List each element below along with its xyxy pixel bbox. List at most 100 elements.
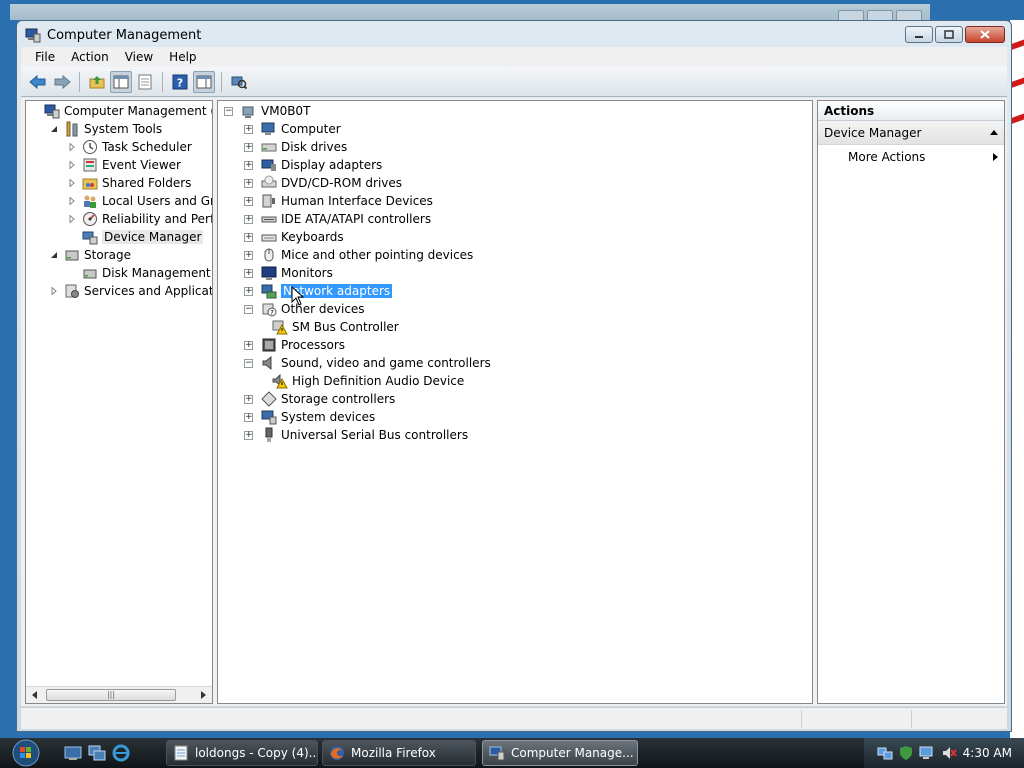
expand-plus-icon[interactable]: + [244,214,253,224]
device-category-item[interactable]: + Computer [244,120,341,138]
title-bar[interactable]: Computer Management [17,21,1011,49]
task-firefox[interactable]: Mozilla Firefox [322,740,476,766]
expand-plus-icon[interactable]: + [244,286,253,296]
collapsed-arrow-icon[interactable] [68,197,76,205]
device-item[interactable]: High Definition Audio Device [264,372,464,390]
console-tree-item[interactable]: Services and Applications [50,282,212,300]
console-tree-item[interactable]: Reliability and Performa [68,210,212,228]
device-category-item[interactable]: + Universal Serial Bus controllers [244,426,468,444]
collapsed-arrow-icon[interactable] [50,287,58,295]
processor-icon [262,338,276,352]
notepad-icon [174,745,188,761]
task-scheduler-icon [83,140,97,154]
console-tree-item[interactable]: Computer Management (Local [30,102,212,120]
console-tree-label: Shared Folders [102,176,192,190]
show-hide-console-tree-button[interactable] [110,70,132,93]
maximize-button[interactable] [935,26,963,43]
collapsed-arrow-icon[interactable] [68,179,76,187]
menu-action[interactable]: Action [63,50,117,64]
device-category-item[interactable]: + System devices [244,408,375,426]
device-category-item[interactable]: + Disk drives [244,138,347,156]
properties-button[interactable] [134,71,156,93]
device-category-item[interactable]: − Sound, video and game controllers [244,354,491,372]
device-category-item[interactable]: + Monitors [244,264,333,282]
device-category-item[interactable]: + Display adapters [244,156,382,174]
device-category-item[interactable]: + Processors [244,336,345,354]
menu-file[interactable]: File [27,50,63,64]
show-desktop-icon[interactable] [64,744,82,762]
collapse-minus-icon[interactable]: − [224,106,233,116]
start-button[interactable] [6,738,46,768]
console-tree-item[interactable]: Shared Folders [68,174,191,192]
expand-plus-icon[interactable]: + [244,196,253,206]
device-item[interactable]: SM Bus Controller [264,318,399,336]
collapsed-arrow-icon[interactable] [68,143,76,151]
scroll-right-arrow-icon[interactable] [201,691,206,699]
expand-plus-icon[interactable]: + [244,268,253,278]
back-button[interactable] [27,71,49,93]
forward-button[interactable] [51,71,73,93]
device-category-item[interactable]: + IDE ATA/ATAPI controllers [244,210,431,228]
minimize-button[interactable] [905,26,933,43]
device-category-item[interactable]: + Keyboards [244,228,344,246]
expand-plus-icon[interactable]: + [244,430,253,440]
task-notepad[interactable]: loldongs - Copy (4).... [166,740,318,766]
console-tree-item[interactable]: Local Users and Groups [68,192,212,210]
device-category-item[interactable]: + Mice and other pointing devices [244,246,473,264]
close-button[interactable] [965,26,1005,43]
network-tray-icon[interactable] [877,745,893,761]
vm-root-icon [242,106,254,118]
expand-plus-icon[interactable]: + [244,340,253,350]
device-category-item[interactable]: + Storage controllers [244,390,395,408]
expand-plus-icon[interactable]: + [244,124,253,134]
console-tree-item[interactable]: System Tools [50,120,162,138]
actions-header: Actions [818,101,1004,121]
console-tree-horizontal-scrollbar[interactable]: ||| [26,686,212,703]
console-tree-item[interactable]: Event Viewer [68,156,181,174]
console-tree-item[interactable]: Device Manager [68,228,204,246]
expand-plus-icon[interactable]: + [244,412,253,422]
expanded-arrow-icon[interactable] [50,125,58,133]
actions-section-device-manager[interactable]: Device Manager [818,121,1004,145]
collapse-minus-icon[interactable]: − [244,358,253,368]
expand-plus-icon[interactable]: + [244,394,253,404]
clock[interactable]: 4:30 AM [963,746,1012,760]
task-computer-management[interactable]: Computer Manage... [482,740,638,766]
action-more-actions[interactable]: More Actions [818,145,1004,169]
computer-tray-icon[interactable] [919,745,935,761]
expand-plus-icon[interactable]: + [244,178,253,188]
device-category-item[interactable]: + DVD/CD-ROM drives [244,174,402,192]
expand-plus-icon[interactable]: + [244,160,253,170]
internet-explorer-icon[interactable] [112,744,130,762]
device-category-item[interactable]: + Network adapters [244,282,393,300]
computer-management-icon [25,28,41,43]
security-tray-icon[interactable] [899,745,913,761]
console-tree-item[interactable]: Storage [50,246,131,264]
volume-muted-icon[interactable] [941,745,957,761]
up-one-level-button[interactable] [86,71,108,93]
collapse-minus-icon[interactable]: − [244,304,253,314]
scan-hardware-changes-button[interactable] [228,71,250,93]
collapse-up-icon[interactable] [990,130,998,135]
console-tree-item[interactable]: Disk Management [68,264,211,282]
show-hide-action-pane-button[interactable] [193,70,215,93]
device-tree-root[interactable]: − VM0B0T [224,102,310,120]
expanded-arrow-icon[interactable] [50,251,58,259]
expand-plus-icon[interactable]: + [244,142,253,152]
expand-plus-icon[interactable]: + [244,250,253,260]
collapsed-arrow-icon[interactable] [68,215,76,223]
console-tree-item[interactable]: Task Scheduler [68,138,192,156]
console-tree-label: Computer Management (Local [64,104,212,118]
menu-view[interactable]: View [117,50,161,64]
expand-plus-icon[interactable]: + [244,232,253,242]
menu-help[interactable]: Help [161,50,204,64]
scrollbar-thumb[interactable]: ||| [46,689,176,701]
switch-windows-icon[interactable] [88,744,106,762]
device-category-item[interactable]: + Human Interface Devices [244,192,433,210]
svg-text:?: ? [270,309,274,317]
scroll-left-arrow-icon[interactable] [32,691,37,699]
shared-folders-icon [82,178,98,190]
help-button[interactable]: ? [169,71,191,93]
task-label: loldongs - Copy (4).... [195,746,318,760]
collapsed-arrow-icon[interactable] [68,161,76,169]
